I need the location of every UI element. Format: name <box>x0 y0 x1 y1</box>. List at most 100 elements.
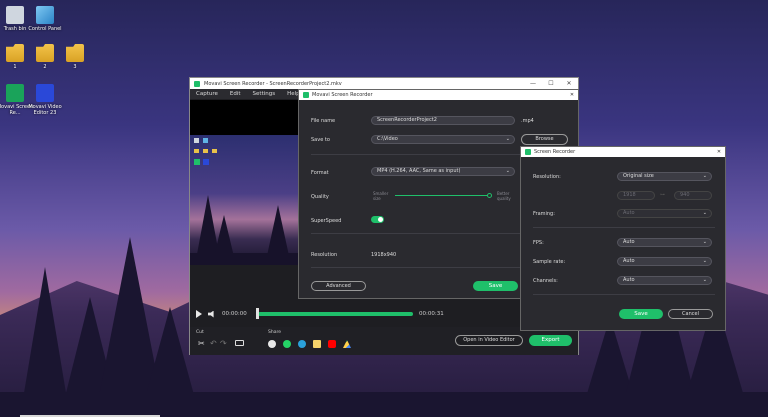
sample-rate-select[interactable]: Auto ⌄ <box>617 257 712 266</box>
desktop-icon-label: Movavi Video Editor 23 <box>28 104 62 116</box>
minimize-button[interactable]: — <box>524 80 542 87</box>
total-time: 00:00:31 <box>419 311 444 317</box>
whatsapp-icon[interactable] <box>283 340 291 348</box>
open-in-video-editor-button[interactable]: Open in Video Editor <box>455 335 523 346</box>
movavi-logo-icon <box>525 149 531 155</box>
chevron-down-icon: ⌄ <box>505 136 510 142</box>
fps-value: Auto <box>623 239 635 245</box>
google-drive-icon[interactable] <box>343 340 351 348</box>
recorder-title: Screen Recorder <box>534 149 576 155</box>
cloud-upload-icon[interactable] <box>268 340 276 348</box>
recorder-save-button[interactable]: Save <box>619 309 663 319</box>
format-label: Format <box>311 170 329 176</box>
quality-min-label: Smaller size <box>373 191 389 201</box>
share-label: Share <box>268 330 281 335</box>
bottom-toolbar: Cut ✂ ↶ ↷ Share Open in Video Editor Exp… <box>190 327 578 355</box>
framing-value: Auto <box>623 210 635 216</box>
screen-recorder-dialog: Screen Recorder ✕ Resolution: Original s… <box>520 146 726 331</box>
desktop-icon-label: 1 <box>13 64 17 70</box>
chevron-down-icon: ⌄ <box>702 258 707 264</box>
dialog-close-button[interactable]: ✕ <box>566 92 578 98</box>
cut-label: Cut <box>196 330 204 335</box>
youtube-icon[interactable] <box>328 340 336 348</box>
recorder-cancel-button[interactable]: Cancel <box>668 309 713 319</box>
recorder-resolution-label: Resolution: <box>533 174 561 180</box>
export-button[interactable]: Export <box>529 335 572 346</box>
trash-bin-icon <box>6 6 24 24</box>
movavi-screen-recorder-icon <box>6 84 24 102</box>
quality-max-label: Better quality <box>497 191 511 201</box>
settings-save-button[interactable]: Save <box>473 281 518 291</box>
movavi-logo-icon <box>303 92 309 98</box>
fps-label: FPS: <box>533 240 544 246</box>
chevron-down-icon: ⌄ <box>505 168 510 174</box>
desktop-icon-label: 3 <box>73 64 77 70</box>
channels-label: Channels: <box>533 278 558 284</box>
preview-trees-icon <box>190 138 298 265</box>
link-icon: ⊶ <box>660 192 665 198</box>
desktop-icon-folder-3[interactable]: 3 <box>55 44 95 70</box>
divider <box>533 227 715 228</box>
chevron-down-icon: ⌄ <box>702 239 707 245</box>
format-value: MP4 (H.264, AAC, Same as input) <box>377 168 461 174</box>
superspeed-toggle[interactable] <box>371 216 384 223</box>
channels-select[interactable]: Auto ⌄ <box>617 276 712 285</box>
menu-settings[interactable]: Settings <box>253 91 276 97</box>
desktop-icon-label: 2 <box>43 64 47 70</box>
dialog-titlebar[interactable]: Movavi Screen Recorder ✕ <box>299 90 578 100</box>
desktop-icon-control-panel[interactable]: Control Panel <box>25 6 65 32</box>
folder-icon <box>36 44 54 62</box>
save-to-value: C:\Video <box>377 136 398 142</box>
main-window-titlebar[interactable]: Movavi Screen Recorder - ScreenRecorderP… <box>190 78 578 89</box>
current-time: 00:00:00 <box>222 311 247 317</box>
chevron-down-icon: ⌄ <box>702 173 707 179</box>
volume-icon[interactable] <box>208 310 214 318</box>
play-icon[interactable] <box>196 310 202 318</box>
resolution-label: Resolution <box>311 252 338 258</box>
redo-icon[interactable]: ↷ <box>220 339 227 348</box>
resolution-value: 1918x940 <box>371 252 397 258</box>
file-name-input[interactable]: ScreenRecorderProject2 <box>371 116 515 125</box>
quality-slider-handle[interactable] <box>487 193 492 198</box>
timeline-track[interactable] <box>258 312 413 316</box>
chevron-down-icon: ⌄ <box>702 277 707 283</box>
chevron-down-icon: ⌄ <box>702 210 707 216</box>
recorder-height-input: 940 <box>674 191 712 200</box>
browse-button[interactable]: Browse <box>521 134 568 145</box>
telegram-icon[interactable] <box>298 340 306 348</box>
recorder-width-input: 1918 <box>617 191 655 200</box>
format-select[interactable]: MP4 (H.264, AAC, Same as input) ⌄ <box>371 167 515 176</box>
desktop-icon-movavi-video-editor[interactable]: Movavi Video Editor 23 <box>25 84 65 116</box>
menu-capture[interactable]: Capture <box>196 91 218 97</box>
channels-value: Auto <box>623 277 635 283</box>
close-button[interactable]: ✕ <box>560 80 578 87</box>
fps-select[interactable]: Auto ⌄ <box>617 238 712 247</box>
quality-label: Quality <box>311 194 329 200</box>
quality-slider-track[interactable] <box>395 195 491 196</box>
recorder-resolution-select[interactable]: Original size ⌄ <box>617 172 712 181</box>
timeline-scrubber[interactable] <box>256 308 259 319</box>
framing-label: Framing: <box>533 211 555 217</box>
scissors-icon[interactable]: ✂ <box>198 339 205 348</box>
superspeed-label: SuperSpeed <box>311 218 342 224</box>
video-preview[interactable] <box>190 135 298 265</box>
folder-share-icon[interactable] <box>313 340 321 348</box>
camera-icon[interactable] <box>235 340 244 346</box>
undo-icon[interactable]: ↶ <box>210 339 217 348</box>
control-panel-icon <box>36 6 54 24</box>
divider <box>533 294 715 295</box>
desktop-icon-label: Control Panel <box>28 26 62 32</box>
menu-edit[interactable]: Edit <box>230 91 241 97</box>
recorder-close-button[interactable]: ✕ <box>713 149 725 155</box>
file-name-label: File name <box>311 118 336 124</box>
advanced-button[interactable]: Advanced <box>311 281 366 291</box>
save-to-select[interactable]: C:\Video ⌄ <box>371 135 515 144</box>
folder-icon <box>6 44 24 62</box>
file-extension: .mp4 <box>521 118 534 124</box>
movavi-video-editor-icon <box>36 84 54 102</box>
maximize-button[interactable]: ☐ <box>542 80 560 87</box>
recorder-titlebar[interactable]: Screen Recorder ✕ <box>521 147 725 157</box>
preview-top-area <box>190 100 298 135</box>
dialog-title: Movavi Screen Recorder <box>312 92 373 98</box>
desktop-icon-label: Trash bin <box>3 26 27 32</box>
